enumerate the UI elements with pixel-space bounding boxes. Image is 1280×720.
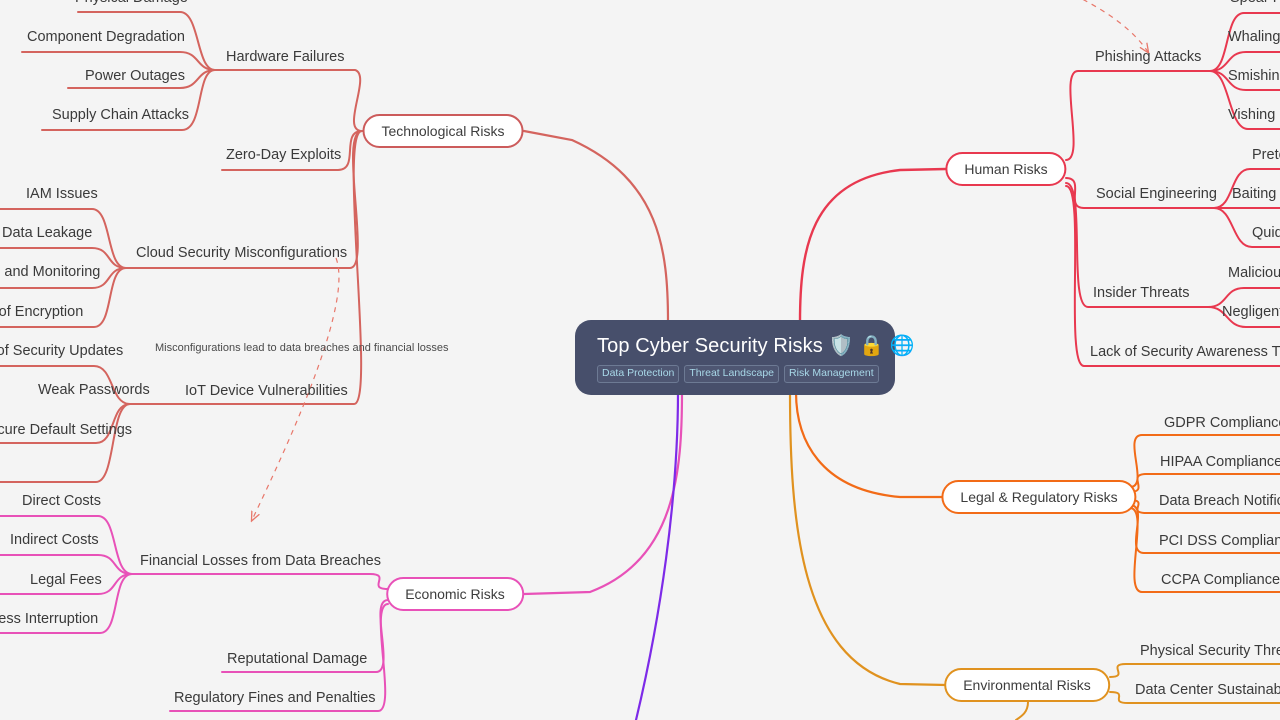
node-pci-dss-compliance[interactable]: PCI DSS Compliance [1159,533,1280,549]
node-weak-passwords[interactable]: Weak Passwords [38,382,150,398]
node-insider-threats[interactable]: Insider Threats [1093,285,1189,301]
node-component-degradation[interactable]: Component Degradation [27,29,185,45]
node-physical-security-threats[interactable]: Physical Security Threats [1140,643,1280,659]
node-regulatory-fines-and-penalties[interactable]: Regulatory Fines and Penalties [174,690,376,706]
node-iot-device-vulnerabilities[interactable]: IoT Device Vulnerabilities [185,383,348,399]
mindmap-canvas: Top Cyber Security Risks 🛡️ 🔒 🌐 Data Pro… [0,0,1280,720]
node-spear-phishing[interactable]: Spear Phishing [1230,0,1280,6]
node-data-center-sustainability[interactable]: Data Center Sustainability [1135,682,1280,698]
node-hipaa-compliance[interactable]: HIPAA Compliance [1160,454,1280,470]
node-quid-pro-quo[interactable]: Quid Pro Quo [1252,225,1280,241]
node-power-outages[interactable]: Power Outages [85,68,185,84]
node-hardware-failures[interactable]: Hardware Failures [226,49,344,65]
node-zero-day-exploits[interactable]: Zero-Day Exploits [226,147,341,163]
root-title: Top Cyber Security Risks 🛡️ 🔒 🌐 [597,335,915,357]
branch-node-economic-risks[interactable]: Economic Risks [386,577,524,611]
branch-node-technological-risks[interactable]: Technological Risks [362,114,524,148]
root-tag-threat-landscape[interactable]: Threat Landscape [684,365,780,383]
node-cloud-security-misconfigurations[interactable]: Cloud Security Misconfigurations [136,245,347,261]
node-gdpr-compliance[interactable]: GDPR Compliance [1164,415,1280,431]
node-lack-of-security-awareness-training[interactable]: Lack of Security Awareness Training [1090,344,1280,360]
node-direct-costs[interactable]: Direct Costs [22,493,101,509]
root-tag-list: Data Protection Threat Landscape Risk Ma… [597,365,879,383]
node-lack-of-security-updates[interactable]: Lack of Security Updates [0,343,123,359]
node-negligent-insiders[interactable]: Negligent Insiders [1222,304,1280,320]
node-legal-fees[interactable]: Legal Fees [30,572,102,588]
node-vishing[interactable]: Vishing [1228,107,1275,123]
node-social-engineering[interactable]: Social Engineering [1096,186,1217,202]
node-reputational-damage[interactable]: Reputational Damage [227,651,367,667]
branch-node-environmental-risks[interactable]: Environmental Risks [944,668,1110,702]
root-tag-risk-management[interactable]: Risk Management [784,365,879,383]
node-lack-of-logging-and-monitoring[interactable]: Lack of Logging and Monitoring [0,264,100,280]
node-phishing-attacks[interactable]: Phishing Attacks [1095,49,1201,65]
branch-node-legal-regulatory-risks[interactable]: Legal & Regulatory Risks [941,480,1137,514]
node-malicious-insiders[interactable]: Malicious Insiders [1228,265,1280,281]
node-financial-losses-from-data-breaches[interactable]: Financial Losses from Data Breaches [140,553,381,569]
root-tag-data-protection[interactable]: Data Protection [597,365,680,383]
root-node[interactable]: Top Cyber Security Risks 🛡️ 🔒 🌐 Data Pro… [575,320,915,395]
node-physical-damage[interactable]: Physical Damage [75,0,188,6]
node-baiting[interactable]: Baiting [1232,186,1276,202]
node-smishing[interactable]: Smishing [1228,68,1280,84]
node-business-interruption[interactable]: Business Interruption [0,611,98,627]
node-pretexting[interactable]: Pretexting [1252,147,1280,163]
node-ccpa-compliance[interactable]: CCPA Compliance [1161,572,1280,588]
node-iam-issues[interactable]: IAM Issues [26,186,98,202]
node-data-leakage[interactable]: Data Leakage [2,225,92,241]
node-supply-chain-attacks[interactable]: Supply Chain Attacks [52,107,189,123]
branch-node-human-risks[interactable]: Human Risks [945,152,1067,186]
node-insecure-default-settings[interactable]: Insecure Default Settings [0,422,132,438]
cross-link-incoming-to-phishing [1082,0,1148,52]
annotation-misconfig-note: Misconfigurations lead to data breaches … [155,342,449,354]
node-lack-of-encryption[interactable]: Lack of Encryption [0,304,83,320]
node-whaling[interactable]: Whaling [1228,29,1280,45]
node-data-breach-notification-laws[interactable]: Data Breach Notification Laws [1159,493,1280,509]
node-indirect-costs[interactable]: Indirect Costs [10,532,99,548]
